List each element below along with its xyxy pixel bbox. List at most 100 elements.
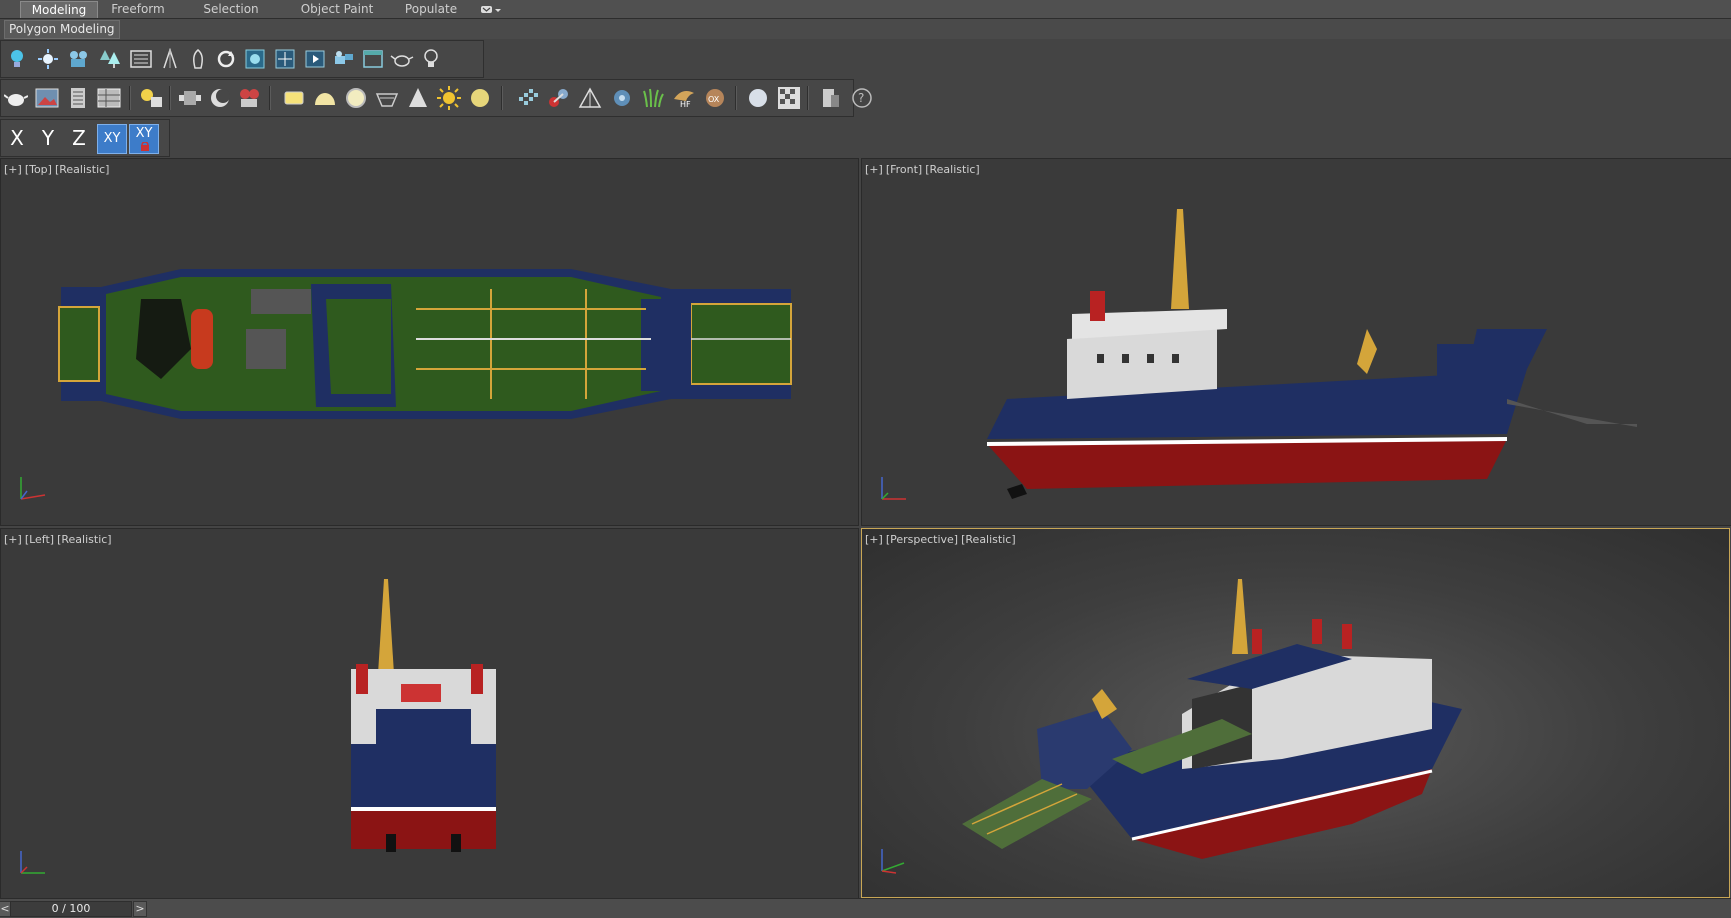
tab-selection[interactable]: Selection (190, 1, 272, 17)
viewport-shading[interactable]: [Realistic] (925, 163, 980, 176)
tab-object-paint[interactable]: Object Paint (284, 1, 390, 17)
disc-icon[interactable] (467, 85, 493, 111)
particle-icon[interactable] (177, 85, 203, 111)
ox-icon[interactable]: OX (702, 85, 728, 111)
cone-icon[interactable] (405, 85, 431, 111)
sun-icon[interactable] (436, 85, 462, 111)
viewport-view-name[interactable]: [Front] (886, 163, 922, 176)
axis-y-button[interactable]: Y (34, 124, 62, 152)
render-frame-icon[interactable] (272, 46, 298, 72)
grass-icon[interactable] (640, 85, 666, 111)
plane-icon[interactable] (281, 85, 307, 111)
viewport-left[interactable]: [+] [Left] [Realistic] (0, 528, 859, 900)
clipboard-icon[interactable] (817, 85, 843, 111)
dome-icon[interactable] (312, 85, 338, 111)
toolbar-separator (129, 86, 131, 110)
teapot-icon[interactable] (389, 46, 415, 72)
lock-icon[interactable] (185, 46, 211, 72)
viewport-view-name[interactable]: [Perspective] (886, 533, 958, 546)
viewport-view-name[interactable]: [Top] (25, 163, 52, 176)
axis-x-button[interactable]: X (3, 124, 31, 152)
viewport-perspective[interactable]: [+] [Perspective] [Realistic] (861, 528, 1730, 898)
teapot-render-icon[interactable] (3, 85, 29, 111)
axis-tripod-icon (881, 849, 905, 874)
viewport-top[interactable]: [+] [Top] [Realistic] (0, 158, 859, 526)
ribbon-menu-dropdown[interactable] (480, 2, 502, 16)
axis-xy-button[interactable]: XY (97, 124, 127, 154)
tab-populate[interactable]: Populate (392, 1, 470, 17)
viewport-front[interactable]: [+] [Front] [Realistic] (861, 158, 1731, 526)
film-icon[interactable] (302, 46, 328, 72)
viewport-label[interactable]: [+] [Top] [Realistic] (4, 163, 112, 176)
viewport-label[interactable]: [+] [Front] [Realistic] (865, 163, 983, 176)
molecule-icon[interactable] (546, 85, 572, 111)
axis-z-button[interactable]: Z (65, 124, 93, 152)
viewport-menu[interactable]: [+] (865, 533, 883, 546)
ball-icon[interactable] (745, 85, 771, 111)
toolbar-separator (269, 86, 271, 110)
ship-front-view (986, 209, 1637, 499)
camera-group-icon[interactable] (331, 46, 357, 72)
hf-icon[interactable]: HF (671, 85, 697, 111)
toolbar-row-2: HF OX ? (0, 79, 872, 117)
sun-burst-icon[interactable] (35, 46, 61, 72)
mesh-icon[interactable] (515, 85, 541, 111)
sort-icon[interactable] (157, 46, 183, 72)
axis-constraints-toolbar: X Y Z XY XY (0, 119, 170, 157)
moon-icon[interactable] (207, 85, 233, 111)
image-icon[interactable] (34, 85, 60, 111)
chevron-down-icon (481, 6, 501, 13)
time-slider-bar: < 0 / 100 > (0, 898, 1731, 918)
viewport-shading[interactable]: [Realistic] (961, 533, 1016, 546)
tab-polygon-modeling[interactable]: Polygon Modeling (4, 20, 120, 39)
tab-modeling[interactable]: Modeling (20, 1, 98, 18)
window-icon[interactable] (360, 46, 386, 72)
time-slider-next-button[interactable]: > (133, 901, 147, 917)
axis-xy-lock-button[interactable]: XY (129, 124, 159, 154)
svg-text:OX: OX (708, 95, 720, 104)
axis-tripod-icon (881, 477, 906, 500)
ribbon-tab-bar: Modeling Freeform Selection Object Paint… (0, 0, 1731, 19)
viewport-menu[interactable]: [+] (4, 163, 22, 176)
camera-icon[interactable] (66, 46, 92, 72)
tree-icon[interactable] (97, 46, 123, 72)
checker-icon[interactable] (776, 85, 802, 111)
time-slider-frame-indicator[interactable]: 0 / 100 (10, 901, 132, 917)
ship-top-view (58, 269, 792, 419)
ribbon-subbar: Polygon Modeling (0, 19, 1731, 39)
viewport-shading[interactable]: [Realistic] (57, 533, 112, 546)
toolbar-separator (807, 86, 809, 110)
ship-perspective-view (962, 579, 1462, 859)
light-list-icon[interactable] (138, 85, 164, 111)
help-icon[interactable]: ? (849, 85, 875, 111)
pyramid-icon[interactable] (577, 85, 603, 111)
axis-xy-lock-label: XY (135, 126, 153, 141)
axis-tripod-icon (20, 851, 45, 874)
render-camera-icon[interactable] (237, 85, 263, 111)
layers-icon[interactable] (65, 85, 91, 111)
viewport-label[interactable]: [+] [Left] [Realistic] (4, 533, 115, 546)
viewport-menu[interactable]: [+] (4, 533, 22, 546)
viewport-menu[interactable]: [+] (865, 163, 883, 176)
gear-icon[interactable] (609, 85, 635, 111)
bowl-icon[interactable] (374, 85, 400, 111)
ship-left-view (351, 579, 496, 852)
grid-icon[interactable] (96, 85, 122, 111)
tab-freeform[interactable]: Freeform (98, 1, 178, 17)
display-icon[interactable] (242, 46, 268, 72)
viewport-label[interactable]: [+] [Perspective] [Realistic] (865, 533, 1019, 546)
toolbar-separator (169, 86, 171, 110)
toolbar-separator (501, 86, 503, 110)
cycle-icon[interactable] (213, 46, 239, 72)
bulb-outline-icon[interactable] (418, 46, 444, 72)
toolbar-row-1 (0, 40, 484, 78)
toolbar-separator (735, 86, 737, 110)
viewport-shading[interactable]: [Realistic] (55, 163, 110, 176)
viewport-view-name[interactable]: [Left] (25, 533, 54, 546)
list-icon[interactable] (128, 46, 154, 72)
sphere-light-icon[interactable] (343, 85, 369, 111)
svg-text:?: ? (858, 91, 864, 105)
axis-tripod-icon (20, 477, 46, 500)
svg-text:HF: HF (680, 100, 691, 109)
light-bulb-icon[interactable] (4, 46, 30, 72)
